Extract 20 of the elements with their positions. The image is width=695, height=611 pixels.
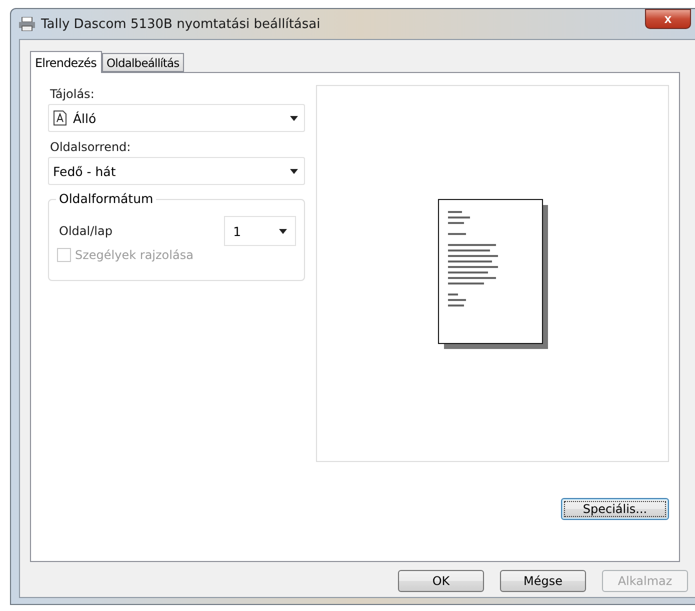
dialog-button[interactable]: Mégse [500,570,586,592]
advanced-button[interactable]: Speciális... [561,498,669,520]
dropdown-caret-icon [290,168,298,174]
dropdown-caret-icon [279,228,288,234]
window-title: Tally Dascom 5130B nyomtatási beállításai [41,16,320,32]
orientation-label: Tájolás: [50,87,96,101]
page-order-dropdown[interactable]: Fedő - hát [48,157,306,185]
dropdown-caret-icon [290,116,298,120]
draw-borders-label: Szegélyek rajzolása [75,248,194,262]
dialog-button[interactable]: OK [398,570,484,592]
group-title: Oldalformátum [56,191,156,206]
tab[interactable]: Elrendezés [30,51,102,73]
printer-icon [19,17,35,31]
close-button[interactable]: x [645,9,691,29]
portrait-page-icon [53,110,67,126]
orientation-dropdown[interactable]: Álló [48,104,306,132]
pages-per-sheet-label: Oldal/lap [59,224,112,238]
tab[interactable]: Oldalbeállítás [102,53,184,72]
page-order-label: Oldalsorrend: [50,140,132,154]
pages-per-sheet-dropdown[interactable]: 1 [224,216,296,246]
